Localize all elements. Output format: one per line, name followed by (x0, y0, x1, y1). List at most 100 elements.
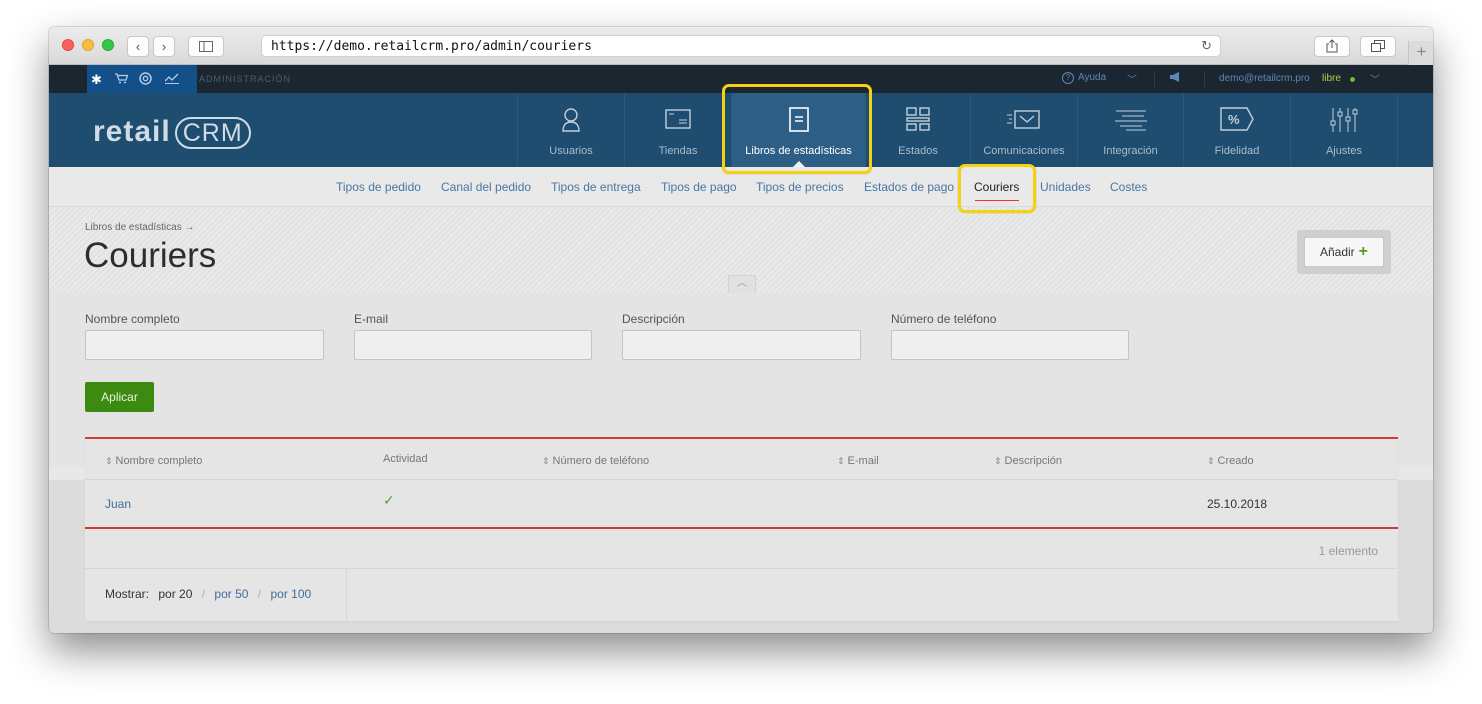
share-icon (1326, 39, 1338, 53)
page-size-100[interactable]: por 100 (270, 587, 311, 601)
nav-label: Usuarios (549, 145, 593, 157)
page-title: Couriers (84, 236, 217, 275)
filter-email-input[interactable] (354, 330, 592, 360)
filter-description-input[interactable] (622, 330, 861, 360)
cart-icon[interactable] (115, 72, 129, 87)
subnav-tipos-de-precios[interactable]: Tipos de precios (756, 180, 844, 194)
user-email[interactable]: demo@retailcrm.pro (1219, 73, 1310, 84)
integration-icon (1078, 107, 1183, 133)
logo-text: retail (93, 115, 171, 148)
retailcrm-logo[interactable]: retail CRM (93, 115, 251, 149)
megaphone-icon[interactable] (1169, 72, 1183, 85)
column-header-description[interactable]: ⇕ Descripción (994, 455, 1062, 467)
subnav-tipos-de-entrega[interactable]: Tipos de entrega (551, 180, 641, 194)
page-size-50[interactable]: por 50 (214, 587, 248, 601)
address-bar[interactable]: https://demo.retailcrm.pro/admin/courier… (261, 35, 1221, 57)
chevron-down-icon[interactable]: ﹀ (1370, 71, 1380, 86)
tabs-icon (1371, 40, 1385, 52)
pager-separator: / (257, 587, 262, 601)
help-link[interactable]: ? Ayuda (1062, 72, 1106, 84)
help-label: Ayuda (1078, 72, 1107, 83)
nav-label: Comunicaciones (983, 145, 1065, 157)
filter-phone-input[interactable] (891, 330, 1129, 360)
forward-button[interactable]: › (153, 36, 175, 57)
browser-toolbar: ‹ › https://demo.retailcrm.pro/admin/cou… (49, 27, 1433, 65)
column-header-created[interactable]: ⇕ Creado (1207, 455, 1254, 467)
subnav-tipos-de-pedido[interactable]: Tipos de pedido (336, 180, 421, 194)
logo-brand: CRM (174, 117, 251, 149)
apply-button[interactable]: Aplicar (85, 382, 154, 412)
sort-icon: ⇕ (105, 456, 113, 466)
sort-icon: ⇕ (994, 456, 1002, 466)
divider (1204, 71, 1205, 87)
admin-section-label: ADMINISTRACIÓN (199, 74, 292, 84)
item-count: 1 elemento (1318, 544, 1378, 558)
nav-fidelidad[interactable]: % Fidelidad (1183, 93, 1290, 167)
reload-icon[interactable]: ↻ (1201, 38, 1212, 54)
page-header: Libros de estadísticas → Couriers Añadir… (49, 207, 1433, 293)
pager-label: Mostrar: (105, 587, 150, 601)
question-icon: ? (1062, 72, 1074, 84)
nav-integracion[interactable]: Integración (1077, 93, 1183, 167)
subnav-canal-del-pedido[interactable]: Canal del pedido (441, 180, 531, 194)
add-button[interactable]: Añadir + (1304, 237, 1384, 267)
pager-divider (346, 568, 347, 621)
store-icon (625, 107, 731, 133)
subnav-estados-de-pago[interactable]: Estados de pago (864, 180, 954, 194)
url-text: https://demo.retailcrm.pro/admin/courier… (271, 39, 592, 54)
column-header-email[interactable]: ⇕ E-mail (837, 455, 879, 467)
chevron-down-icon[interactable]: ﹀ (1127, 71, 1137, 86)
subnav-unidades[interactable]: Unidades (1040, 180, 1091, 194)
nav-tiendas[interactable]: Tiendas (624, 93, 731, 167)
breadcrumb[interactable]: Libros de estadísticas → (85, 222, 195, 233)
nav-label: Estados (898, 145, 938, 157)
back-button[interactable]: ‹ (127, 36, 149, 57)
gear-icon[interactable]: ✱ (91, 72, 102, 88)
share-button[interactable] (1314, 36, 1350, 57)
courier-name-link[interactable]: Juan (105, 497, 131, 511)
nav-estados[interactable]: Estados (865, 93, 970, 167)
sort-icon: ⇕ (542, 456, 550, 466)
column-header-name[interactable]: ⇕ Nombre completo (105, 455, 202, 467)
status-dot-icon (1350, 77, 1355, 82)
page-size-current: por 20 (158, 587, 193, 601)
add-button-frame: Añadir + (1297, 230, 1391, 274)
sort-icon: ⇕ (837, 456, 845, 466)
collapse-filters-button[interactable]: ︿ (728, 275, 756, 293)
nav-ajustes[interactable]: Ajustes (1290, 93, 1398, 167)
filter-label-email: E-mail (354, 312, 389, 326)
row-bottom-border (85, 527, 1398, 529)
support-icon[interactable] (139, 72, 152, 88)
plan-badge: libre (1322, 73, 1341, 84)
filter-label-description: Descripción (622, 312, 685, 326)
close-window-button[interactable] (62, 39, 74, 51)
sidebar-icon (199, 41, 213, 52)
minimize-window-button[interactable] (82, 39, 94, 51)
subnav-costes[interactable]: Costes (1110, 180, 1147, 194)
analytics-icon[interactable] (164, 72, 179, 87)
svg-text:%: % (1228, 112, 1240, 127)
nav-label: Ajustes (1325, 145, 1363, 157)
filter-label-phone: Número de teléfono (891, 312, 997, 326)
maximize-window-button[interactable] (102, 39, 114, 51)
column-header-phone[interactable]: ⇕ Número de teléfono (542, 455, 649, 467)
sidebar-toggle-button[interactable] (188, 36, 224, 57)
footer-divider (85, 568, 1398, 569)
new-tab-button[interactable]: + (1408, 41, 1433, 65)
user-icon (518, 107, 624, 133)
nav-comunicaciones[interactable]: Comunicaciones (970, 93, 1077, 167)
table-top-border (85, 437, 1398, 439)
check-icon: ✓ (383, 492, 395, 508)
subnav-tipos-de-pago[interactable]: Tipos de pago (661, 180, 737, 194)
plus-icon: + (1416, 42, 1427, 61)
sort-icon: ⇕ (1207, 456, 1215, 466)
tabs-overview-button[interactable] (1360, 36, 1396, 57)
filter-name-input[interactable] (85, 330, 324, 360)
chevron-right-icon: › (161, 39, 167, 54)
chevron-left-icon: ‹ (135, 39, 141, 54)
chevron-up-icon: ︿ (737, 278, 747, 289)
nav-usuarios[interactable]: Usuarios (517, 93, 624, 167)
nav-label: Tiendas (658, 145, 698, 157)
grid-icon (866, 107, 970, 133)
nav-label: Fidelidad (1214, 145, 1260, 157)
